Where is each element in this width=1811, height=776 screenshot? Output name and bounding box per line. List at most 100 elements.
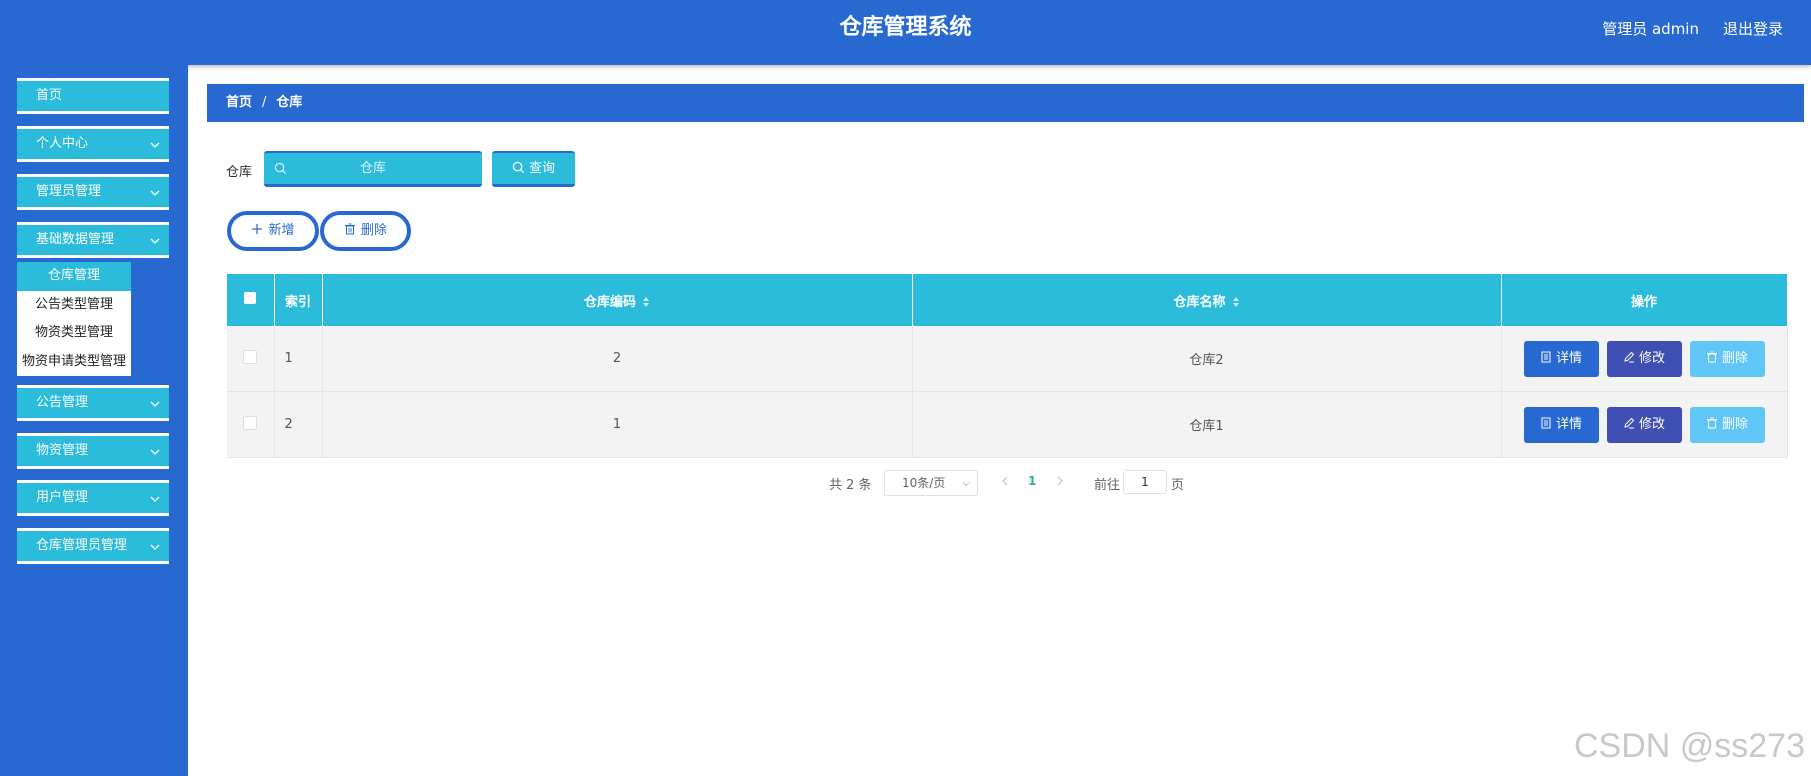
sidebar-item-admin-management[interactable]: 管理员管理 [17, 174, 169, 210]
edit-button[interactable]: 修改 [1606, 340, 1682, 377]
sidebar-item-label: 首页 [36, 88, 63, 103]
edit-icon [1624, 351, 1635, 362]
search-button-label: 查询 [528, 161, 555, 176]
watermark: CSDN @ss273 [1573, 727, 1805, 765]
delete-button[interactable]: 删除 [1689, 340, 1765, 377]
search-button[interactable]: 查询 [492, 151, 575, 187]
chevron-down-icon [150, 544, 160, 550]
column-header-ops: 操作 [1501, 274, 1788, 326]
top-header: 仓库管理系统 管理员 admin 退出登录 [0, 0, 1811, 65]
row-code: 2 [322, 326, 913, 392]
delete-button-label: 删除 [1721, 416, 1748, 432]
column-header-name[interactable]: 仓库名称 [912, 274, 1502, 326]
sidebar-item-notices[interactable]: 公告管理 [17, 385, 169, 421]
chevron-down-icon [150, 449, 160, 455]
sort-icon[interactable] [1232, 296, 1240, 308]
app-title: 仓库管理系统 [839, 15, 972, 40]
row-select-cell [227, 326, 275, 392]
sidebar-item-label: 个人中心 [36, 136, 89, 151]
submenu-item-material-request-type[interactable]: 物资申请类型管理 [17, 348, 131, 377]
chevron-down-icon [150, 190, 160, 196]
detail-button-label: 详情 [1555, 350, 1582, 366]
submenu-item-warehouse[interactable]: 仓库管理 [17, 262, 131, 291]
table-row: 2 1 仓库1 详情 修改 删除 [227, 391, 1788, 458]
select-all-cell [227, 274, 275, 326]
chevron-down-icon [150, 238, 160, 244]
sidebar-item-label: 用户管理 [36, 490, 89, 505]
column-header-name-label: 仓库名称 [1173, 294, 1226, 310]
warehouse-table: 索引 仓库编码 仓库名称 操作 1 2 仓库2 详情 修改 删除 2 1 仓库1 详… [227, 274, 1788, 458]
row-name: 仓库1 [912, 391, 1502, 458]
sidebar-item-personal-center[interactable]: 个人中心 [17, 126, 169, 162]
trash-icon [1706, 351, 1717, 362]
delete-button[interactable]: 删除 [1689, 406, 1765, 443]
page-size-value: 10条/页 [902, 476, 946, 490]
row-checkbox[interactable] [243, 415, 258, 430]
row-ops: 详情 修改 删除 [1501, 391, 1788, 458]
chevron-down-icon [150, 142, 160, 148]
sidebar-item-home[interactable]: 首页 [17, 78, 169, 114]
sidebar-item-basic-data[interactable]: 基础数据管理 [17, 222, 169, 258]
edit-button-label: 修改 [1638, 416, 1665, 432]
trash-icon [344, 223, 355, 235]
sidebar: 首页 个人中心 管理员管理 基础数据管理 仓库管理 公告类型管理 物资类型管理 … [0, 65, 188, 776]
column-header-code-label: 仓库编码 [583, 294, 636, 310]
sidebar-item-warehouse-admins[interactable]: 仓库管理员管理 [17, 528, 169, 564]
current-user: 管理员 admin [1602, 20, 1699, 38]
next-page-icon[interactable] [1055, 474, 1065, 488]
trash-icon [1706, 417, 1717, 428]
row-select-cell [227, 391, 275, 458]
search-placeholder: 仓库 [359, 161, 386, 176]
sidebar-item-label: 仓库管理员管理 [36, 538, 128, 553]
search-input[interactable]: 仓库 [264, 151, 482, 187]
pagination-total: 共 2 条 [829, 478, 872, 493]
submenu-item-notice-type[interactable]: 公告类型管理 [17, 291, 131, 320]
document-icon [1541, 417, 1551, 428]
detail-button[interactable]: 详情 [1523, 406, 1599, 443]
row-checkbox[interactable] [243, 349, 258, 364]
goto-suffix: 页 [1171, 478, 1185, 493]
sidebar-item-label: 公告管理 [36, 395, 89, 410]
edit-button-label: 修改 [1638, 350, 1665, 366]
edit-button[interactable]: 修改 [1606, 406, 1682, 443]
column-header-code[interactable]: 仓库编码 [322, 274, 913, 326]
sidebar-item-users[interactable]: 用户管理 [17, 480, 169, 516]
row-index: 1 [274, 326, 323, 392]
add-button[interactable]: 新增 [227, 211, 319, 251]
table-row: 1 2 仓库2 详情 修改 删除 [227, 326, 1788, 392]
chevron-down-icon [150, 401, 160, 407]
current-page[interactable]: 1 [1028, 474, 1036, 488]
chevron-down-icon [150, 496, 160, 502]
select-all-checkbox[interactable] [244, 292, 257, 304]
prev-page-icon[interactable] [1000, 474, 1010, 488]
detail-button-label: 详情 [1555, 416, 1582, 432]
table-header-row: 索引 仓库编码 仓库名称 操作 [227, 274, 1788, 326]
page-size-select[interactable]: 10条/页 [884, 470, 978, 496]
breadcrumb-home[interactable]: 首页 [226, 84, 252, 122]
row-index: 2 [274, 391, 323, 458]
delete-button-label: 删除 [1721, 350, 1748, 366]
basic-data-submenu: 仓库管理 公告类型管理 物资类型管理 物资申请类型管理 [17, 262, 131, 376]
submenu-item-material-type[interactable]: 物资类型管理 [17, 319, 131, 348]
sort-icon[interactable] [642, 296, 650, 308]
row-ops: 详情 修改 删除 [1501, 326, 1788, 392]
breadcrumb-current: 仓库 [276, 95, 303, 110]
search-icon [274, 162, 287, 175]
logout-link[interactable]: 退出登录 [1723, 18, 1783, 39]
sidebar-item-materials[interactable]: 物资管理 [17, 433, 169, 469]
column-header-index: 索引 [274, 274, 323, 326]
search-label: 仓库 [226, 165, 253, 180]
document-icon [1541, 351, 1551, 362]
chevron-down-icon [962, 482, 970, 487]
goto-label: 前往 [1094, 478, 1121, 493]
breadcrumb: 首页 / 仓库 [207, 84, 1804, 122]
row-name: 仓库2 [912, 326, 1502, 392]
sidebar-item-label: 基础数据管理 [36, 232, 115, 247]
edit-icon [1624, 417, 1635, 428]
sidebar-item-label: 物资管理 [36, 443, 89, 458]
batch-delete-label: 删除 [360, 223, 387, 238]
batch-delete-button[interactable]: 删除 [320, 211, 411, 251]
goto-page-input[interactable]: 1 [1123, 470, 1167, 494]
breadcrumb-separator: / [262, 95, 267, 110]
detail-button[interactable]: 详情 [1523, 340, 1599, 377]
